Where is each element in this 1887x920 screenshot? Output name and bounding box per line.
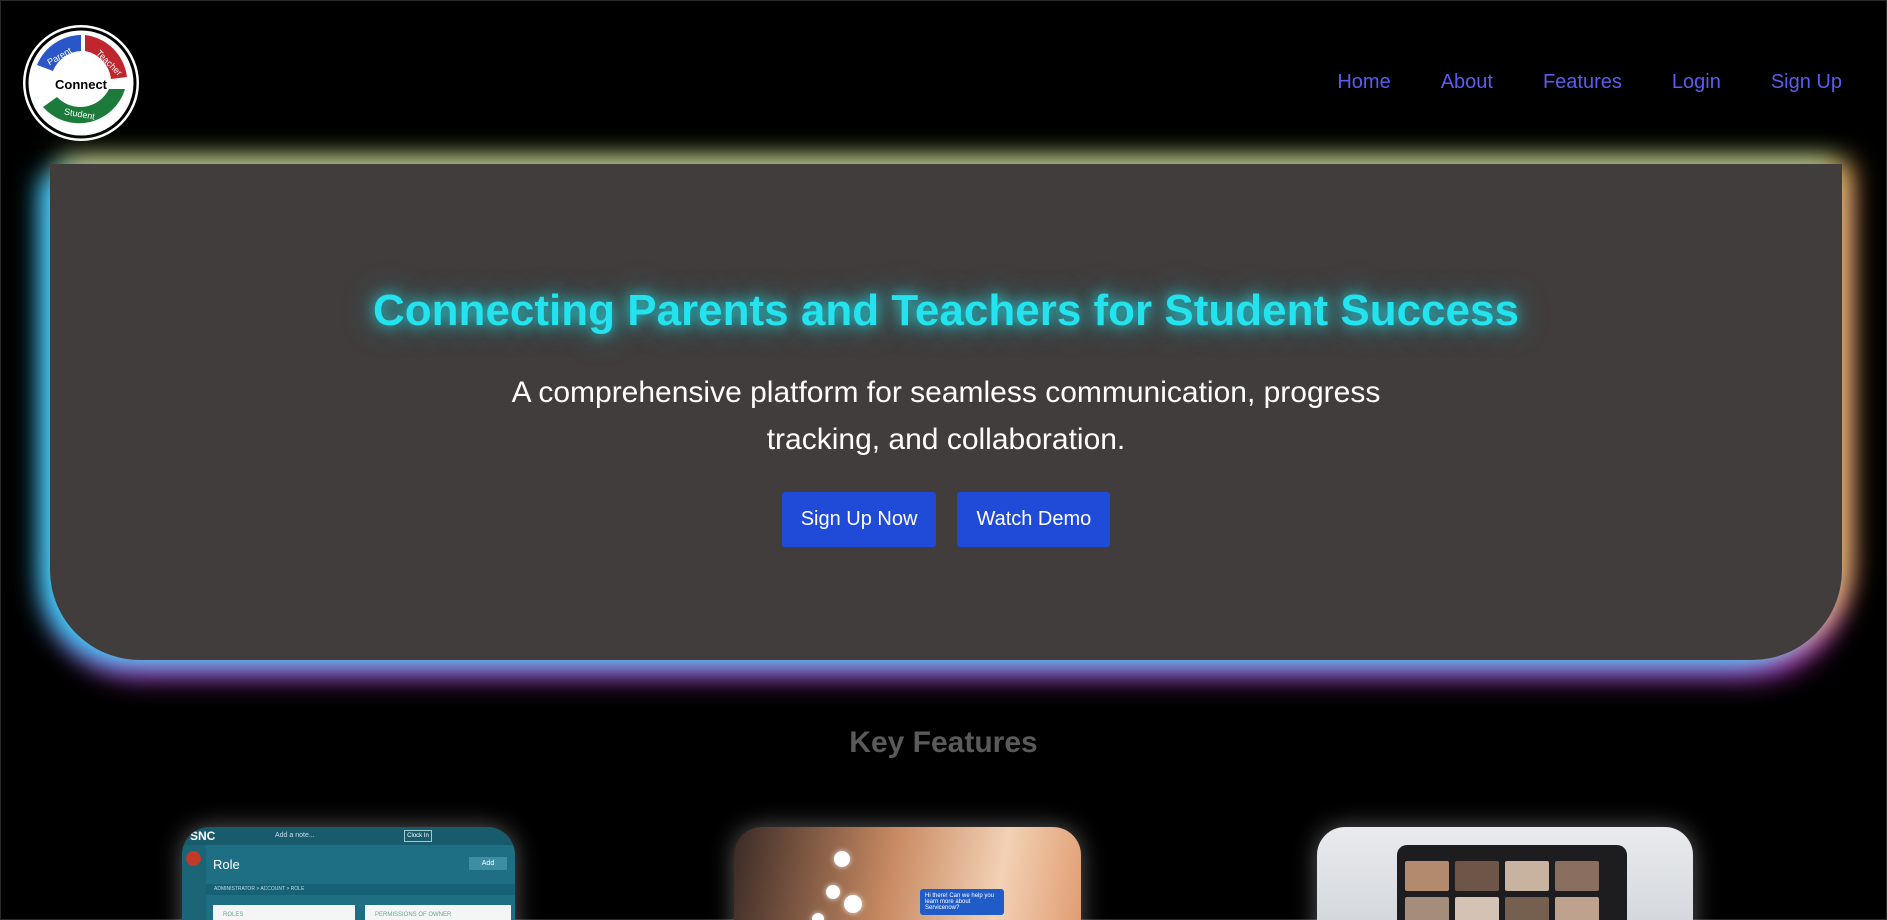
chat-bubble-icon bbox=[834, 851, 850, 867]
nav-features-link[interactable]: Features bbox=[1543, 71, 1622, 94]
sign-up-now-button[interactable]: Sign Up Now bbox=[781, 492, 937, 547]
video-tile bbox=[1405, 897, 1449, 920]
avatar bbox=[186, 851, 201, 866]
mock-app-page-title: Role bbox=[213, 857, 240, 872]
video-tile bbox=[1455, 897, 1499, 920]
mock-app-logo: SNC bbox=[190, 829, 216, 843]
mock-app-clock-button: Clock In bbox=[404, 830, 432, 842]
main-nav: Home About Features Login Sign Up bbox=[1337, 71, 1842, 94]
chat-bubble-icon bbox=[844, 895, 862, 913]
feature-card-dashboard[interactable]: SNC Add a note... Clock In Role Add ADMI… bbox=[182, 827, 515, 920]
feature-card-video-conference[interactable] bbox=[1317, 827, 1693, 920]
nav-home-link[interactable]: Home bbox=[1337, 71, 1390, 94]
chat-bubble-icon bbox=[812, 913, 824, 920]
video-tile bbox=[1505, 861, 1549, 891]
mock-app-roles-panel: ROLES bbox=[213, 905, 355, 920]
nav-login-link[interactable]: Login bbox=[1672, 71, 1721, 94]
nav-about-link[interactable]: About bbox=[1441, 71, 1493, 94]
watch-demo-button[interactable]: Watch Demo bbox=[957, 492, 1111, 547]
nav-signup-link[interactable]: Sign Up bbox=[1771, 71, 1842, 94]
key-features-title: Key Features bbox=[849, 726, 1038, 759]
mock-app-breadcrumb: ADMINISTRATOR > ACCOUNT > ROLE bbox=[206, 884, 515, 895]
mock-app-topbar: SNC Add a note... Clock In bbox=[182, 827, 515, 845]
hero-buttons: Sign Up Now Watch Demo bbox=[50, 492, 1842, 547]
site-header: Connect Parent Teacher Student Home Abou… bbox=[1, 1, 1887, 161]
hero-subtitle: A comprehensive platform for seamless co… bbox=[511, 376, 1381, 456]
chat-message: Hi there! Can we help you learn more abo… bbox=[920, 889, 1004, 915]
video-tile bbox=[1455, 861, 1499, 891]
hero-title: Connecting Parents and Teachers for Stud… bbox=[373, 286, 1519, 335]
logo-graphic: Connect Parent Teacher Student bbox=[25, 27, 137, 139]
video-call-tablet bbox=[1397, 845, 1627, 920]
video-tile bbox=[1505, 897, 1549, 920]
parent-teacher-connect-logo[interactable]: Connect Parent Teacher Student bbox=[23, 25, 139, 141]
hero-section: Connecting Parents and Teachers for Stud… bbox=[50, 164, 1842, 660]
video-tile bbox=[1555, 897, 1599, 920]
video-tile bbox=[1555, 861, 1599, 891]
mock-app-permissions-panel: PERMISSIONS OF OWNER bbox=[365, 905, 511, 920]
chat-bubble-icon bbox=[826, 885, 840, 899]
feature-card-messaging[interactable]: Hi there! Can we help you learn more abo… bbox=[734, 827, 1081, 920]
mock-app-search: Add a note... bbox=[275, 832, 315, 839]
mock-app-add-button: Add bbox=[469, 857, 507, 870]
logo-connect-text: Connect bbox=[55, 77, 108, 92]
video-tile bbox=[1405, 861, 1449, 891]
